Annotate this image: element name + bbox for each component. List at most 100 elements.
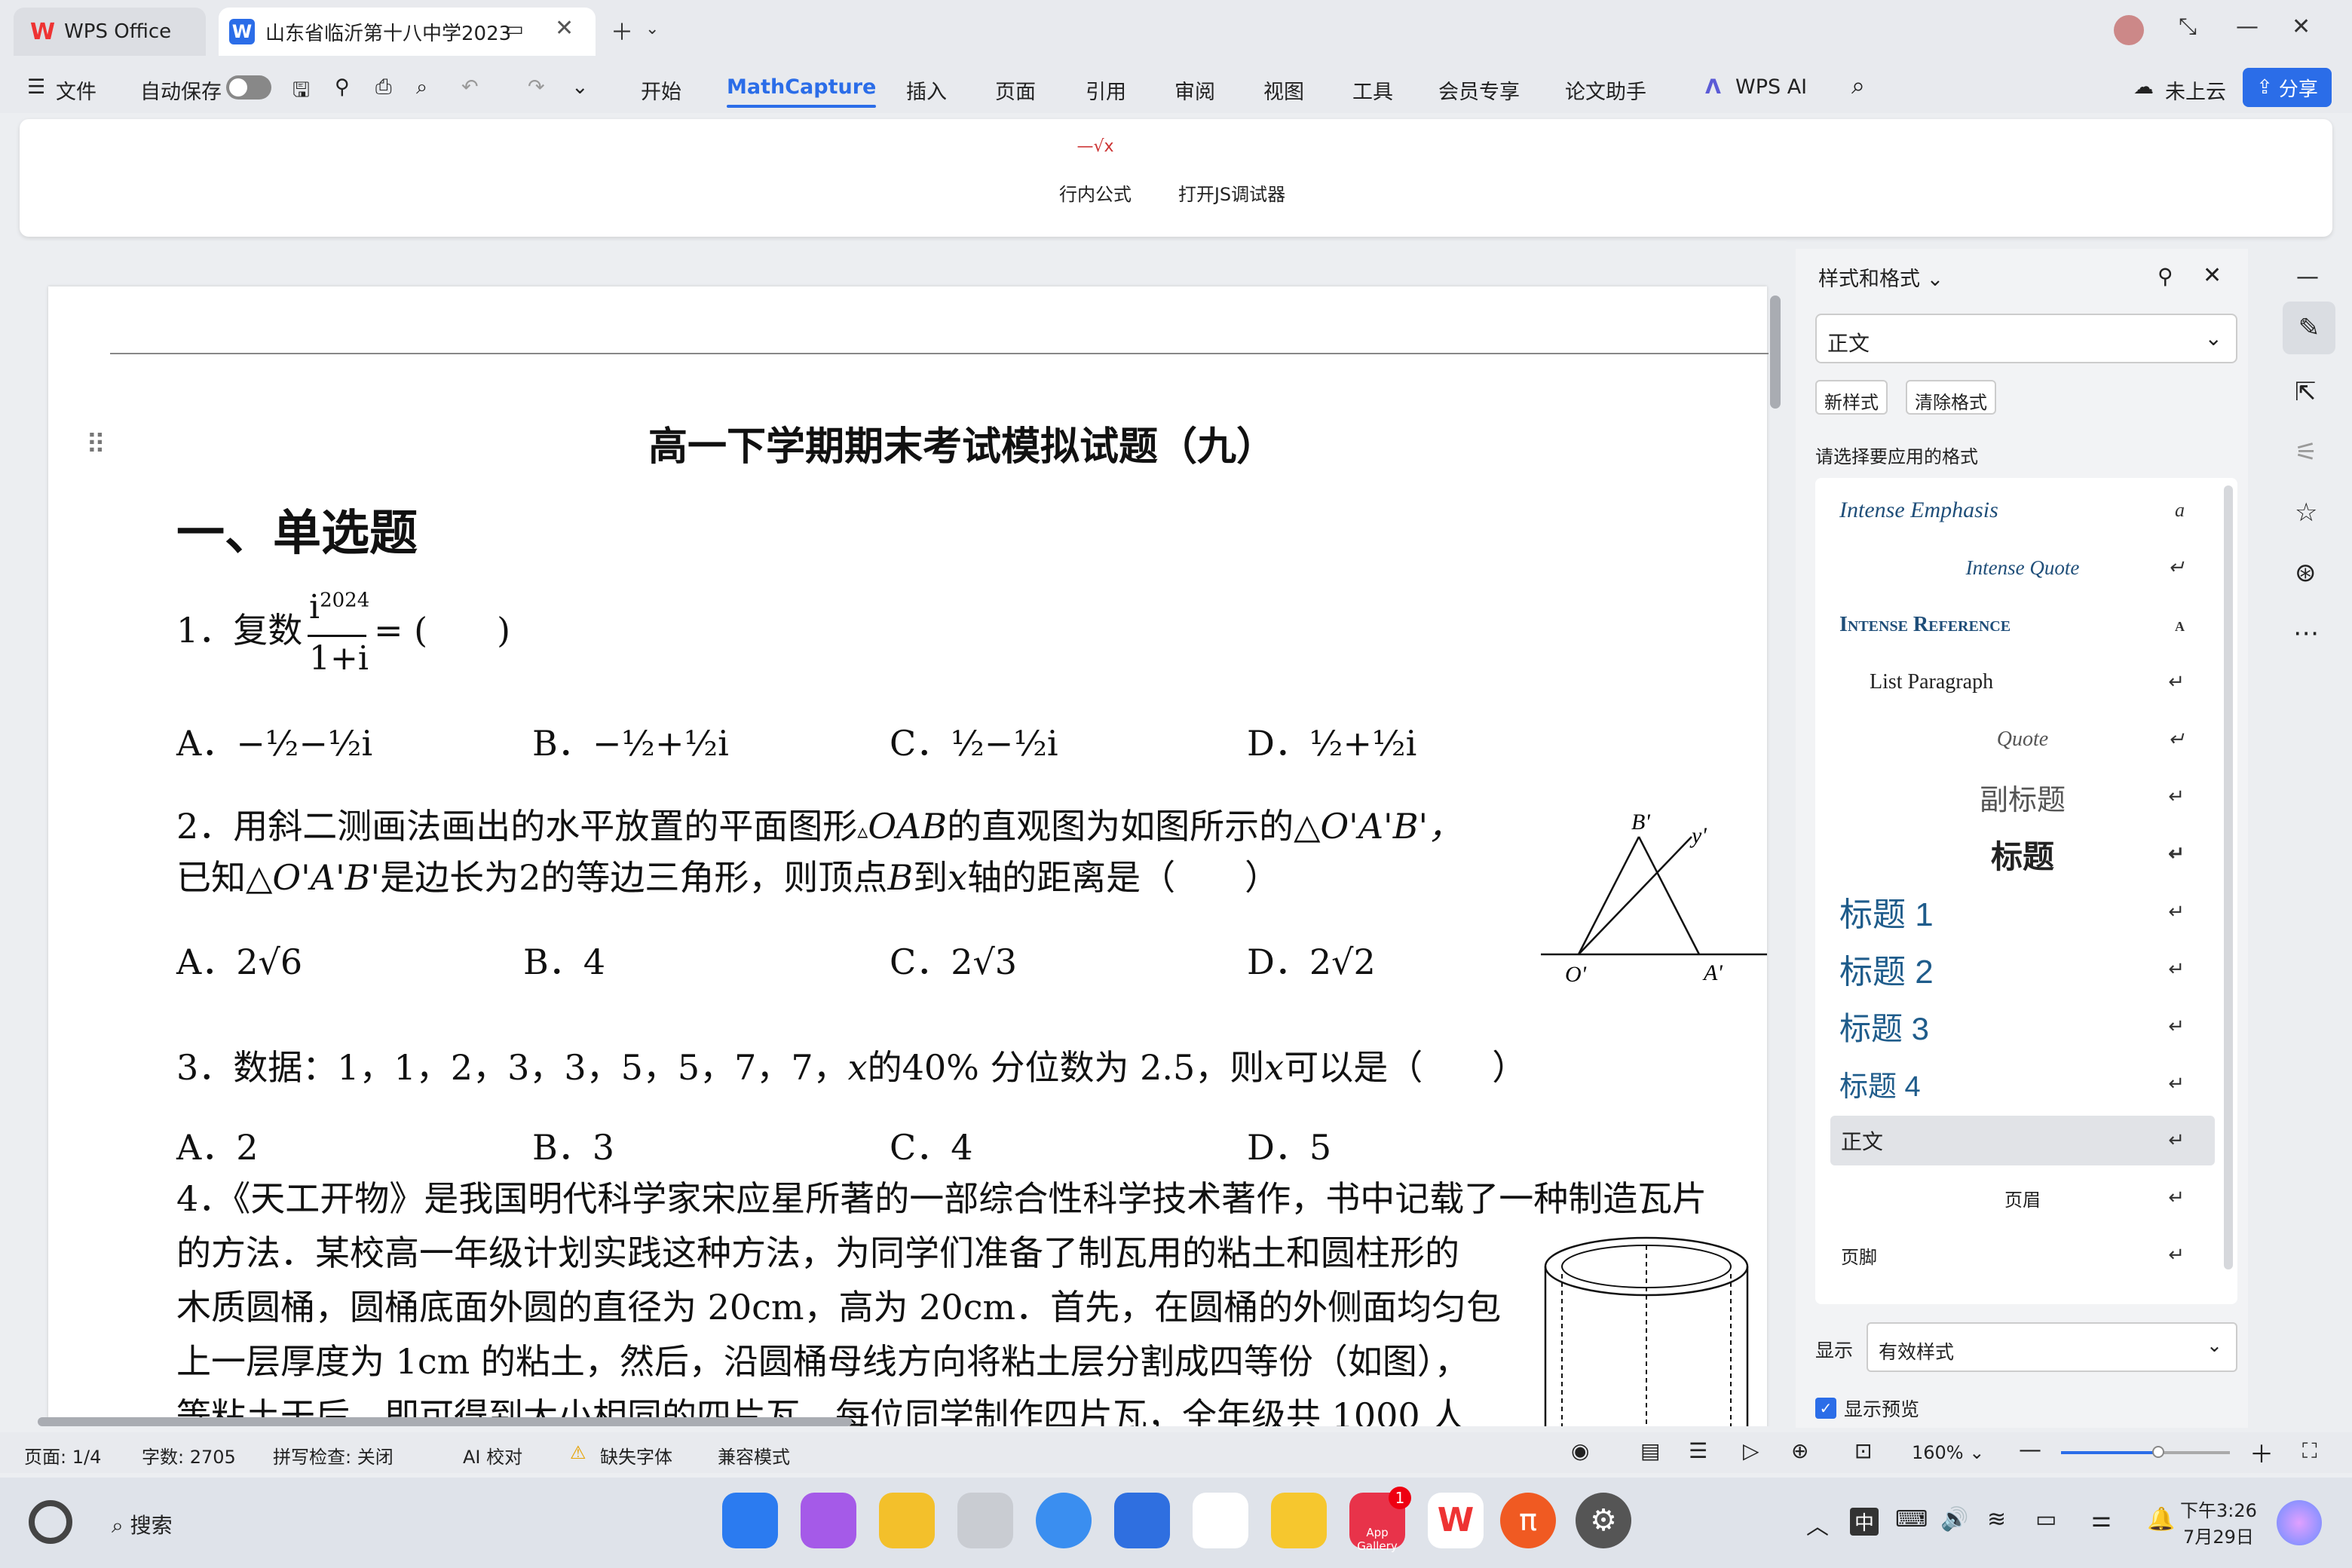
tab-references[interactable]: 引用: [1086, 75, 1126, 105]
new-tab-icon[interactable]: ＋: [611, 14, 633, 47]
style-item-intense-quote[interactable]: Intense Quote ↵: [1830, 543, 2215, 593]
ai-tool-icon[interactable]: ⊛: [2295, 558, 2317, 588]
close-tab-icon[interactable]: ✕: [555, 15, 574, 41]
volume-icon[interactable]: 🔊: [1940, 1506, 1968, 1533]
horizontal-scroll-thumb[interactable]: [38, 1417, 852, 1426]
tab-start[interactable]: 开始: [641, 75, 681, 105]
current-style-select[interactable]: 正文 ⌄: [1815, 314, 2237, 363]
tab-paper-assistant[interactable]: 论文助手: [1565, 75, 1646, 105]
style-item-list-paragraph[interactable]: List Paragraph ↵: [1830, 657, 2215, 707]
print-icon[interactable]: ⎙: [375, 75, 392, 100]
tab-wps-ai[interactable]: WPS AI: [1735, 75, 1807, 99]
style-item-footer[interactable]: 页脚 ↵: [1830, 1230, 2215, 1280]
files-icon[interactable]: [879, 1493, 935, 1548]
tab-page[interactable]: 页面: [995, 75, 1036, 105]
vertical-scroll-thumb[interactable]: [1770, 296, 1781, 409]
select-cursor-icon[interactable]: ⇱: [2295, 377, 2317, 407]
style-item-heading-4[interactable]: 标题 4 ↵: [1830, 1058, 2215, 1108]
ime-indicator[interactable]: 中: [1850, 1508, 1879, 1536]
adjust-icon[interactable]: ⚟: [2295, 437, 2317, 467]
web-view-icon[interactable]: ⊕: [1791, 1438, 1808, 1463]
wps-taskbar-icon[interactable]: W: [1428, 1493, 1484, 1548]
inline-formula-button[interactable]: —√x 行内公式: [1054, 137, 1137, 206]
tab-list-chevron-icon[interactable]: ⌄: [645, 20, 659, 38]
new-style-button[interactable]: 新样式: [1815, 380, 1888, 415]
settings-gear-icon[interactable]: ⚙: [1576, 1493, 1631, 1548]
drag-handle-icon[interactable]: ⠿: [86, 430, 106, 461]
star-pin-icon[interactable]: ☆: [2295, 498, 2317, 528]
style-item-intense-reference[interactable]: Intense Reference a: [1830, 600, 2215, 650]
show-filter-select[interactable]: 有效样式 ⌄: [1867, 1322, 2237, 1372]
tab-tools[interactable]: 工具: [1352, 75, 1393, 105]
taskbar-search[interactable]: ⌕ 搜索: [112, 1509, 173, 1539]
style-item-heading-3[interactable]: 标题 3 ↵: [1830, 1001, 2215, 1051]
multitask-icon[interactable]: [801, 1493, 856, 1548]
zoom-slider[interactable]: [2061, 1446, 2230, 1458]
print-preview-icon[interactable]: ⌕: [416, 75, 427, 100]
horizontal-scrollbar[interactable]: [30, 1414, 1749, 1428]
js-debugger-button[interactable]: 打开JS调试器: [1171, 137, 1292, 206]
style-item-subtitle[interactable]: 副标题 ↵: [1830, 772, 2215, 822]
menu-file[interactable]: 文件: [56, 75, 96, 105]
save-icon[interactable]: 🖫: [292, 75, 310, 110]
zoom-in-icon[interactable]: ＋: [2249, 1435, 2274, 1470]
clock[interactable]: 下午3:26 7月29日: [2180, 1496, 2257, 1548]
more-icon[interactable]: ⋯: [2293, 618, 2319, 648]
pi-app-icon[interactable]: π: [1500, 1493, 1556, 1548]
browser-icon[interactable]: [1036, 1493, 1092, 1548]
style-item-heading-2[interactable]: 标题 2 ↵: [1830, 944, 2215, 994]
tab-document[interactable]: W 山东省临沂第十八中学2023 ▭ ✕: [219, 8, 596, 56]
zoom-slider-handle[interactable]: [2152, 1446, 2164, 1458]
spell-check[interactable]: 拼写检查: 关闭: [273, 1442, 394, 1468]
hamburger-icon[interactable]: ☰: [27, 75, 45, 99]
app-launcher-icon[interactable]: [722, 1493, 778, 1548]
search-icon[interactable]: ⌕: [1851, 71, 1865, 100]
eye-icon[interactable]: ◉: [1571, 1438, 1589, 1463]
tab-review[interactable]: 审阅: [1174, 75, 1215, 105]
style-item-intense-emphasis[interactable]: Intense Emphasis a: [1830, 485, 2215, 535]
vertical-scrollbar[interactable]: [1767, 247, 1784, 1416]
tab-insert[interactable]: 插入: [906, 75, 947, 105]
style-item-header[interactable]: 页眉 ↵: [1830, 1173, 2215, 1223]
style-list-scrollbar[interactable]: [2224, 485, 2233, 1269]
missing-font[interactable]: 缺失字体: [600, 1442, 672, 1468]
page-view-icon[interactable]: ▤: [1640, 1438, 1660, 1463]
photos-icon[interactable]: [1193, 1493, 1248, 1548]
style-item-heading-1[interactable]: 标题 1 ↵: [1830, 887, 2215, 936]
collapse-icon[interactable]: —: [2296, 264, 2319, 290]
document-page[interactable]: ⠿ 高一下学期期末考试模拟试题（九） 一、单选题 1．复数 i2024 1+i …: [48, 286, 1769, 1426]
zoom-out-icon[interactable]: —: [2019, 1437, 2041, 1463]
assistant-orb-icon[interactable]: [2277, 1500, 2322, 1545]
style-item-body[interactable]: 正文 ↵: [1830, 1116, 2215, 1165]
undo-icon[interactable]: ↶: [461, 75, 479, 99]
tab-mathcapture[interactable]: MathCapture: [727, 75, 877, 108]
control-center-icon[interactable]: ⚌: [2091, 1506, 2112, 1533]
tab-member[interactable]: 会员专享: [1438, 75, 1520, 105]
app-gallery-icon[interactable]: App Gallery 1: [1349, 1487, 1411, 1553]
trash-icon[interactable]: [957, 1493, 1013, 1548]
autosave-toggle[interactable]: [226, 75, 271, 100]
fit-page-icon[interactable]: ⊡: [1854, 1438, 1872, 1463]
close-window-icon[interactable]: ✕: [2292, 14, 2311, 40]
more-chevron-icon[interactable]: ⌄: [571, 75, 589, 99]
chevron-up-icon[interactable]: ︿: [1806, 1508, 1829, 1541]
pin-icon[interactable]: ⚲: [2158, 264, 2173, 289]
cloud-status[interactable]: 未上云: [2165, 75, 2226, 105]
link-icon[interactable]: ⚲: [335, 75, 350, 99]
tab-view[interactable]: 视图: [1263, 75, 1304, 105]
page-indicator[interactable]: 页面: 1/4: [24, 1442, 101, 1468]
wifi-icon[interactable]: ≋: [1987, 1506, 2006, 1533]
mail-icon[interactable]: [1114, 1493, 1170, 1548]
style-pen-icon[interactable]: ✎: [2283, 302, 2335, 354]
avatar[interactable]: [2114, 15, 2144, 45]
preview-checkbox[interactable]: ✓: [1815, 1398, 1836, 1419]
close-panel-icon[interactable]: ✕: [2203, 262, 2222, 289]
style-item-title[interactable]: 标题 ↵: [1830, 829, 2215, 879]
notes-icon[interactable]: [1271, 1493, 1327, 1548]
outline-view-icon[interactable]: ☰: [1689, 1438, 1707, 1463]
battery-icon[interactable]: ▭: [2035, 1506, 2056, 1533]
fullscreen-icon[interactable]: ⛶: [2302, 1438, 2317, 1464]
zoom-level[interactable]: 160% ⌄: [1912, 1442, 1984, 1463]
clear-format-button[interactable]: 清除格式: [1906, 380, 1996, 415]
word-count[interactable]: 字数: 2705: [142, 1442, 236, 1468]
